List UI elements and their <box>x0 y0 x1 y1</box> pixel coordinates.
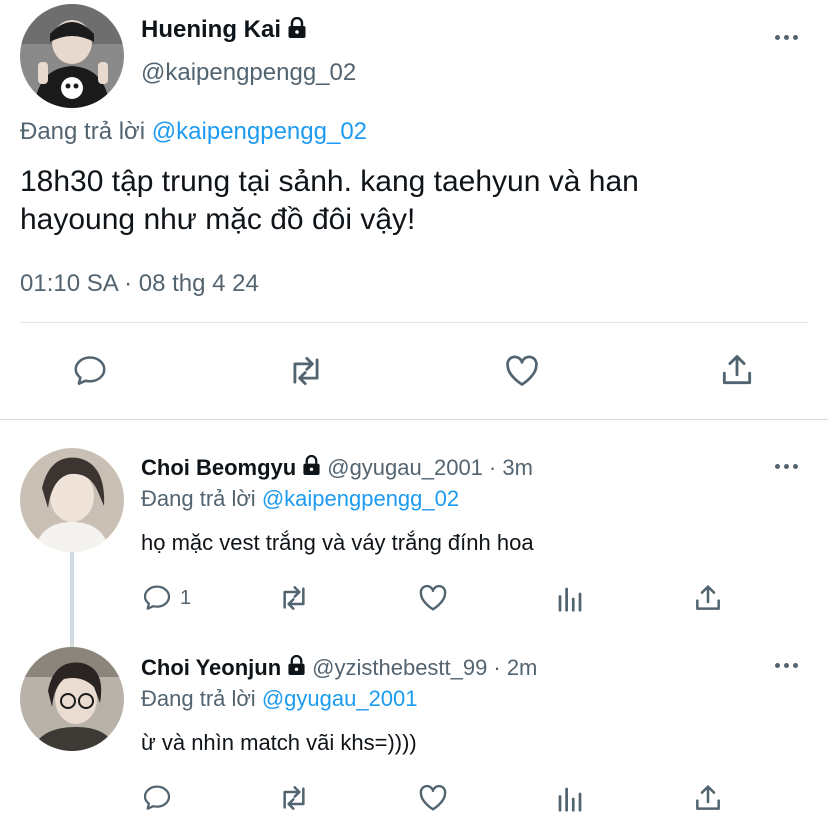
divider <box>20 322 808 323</box>
author-name[interactable]: Huening Kai <box>141 16 281 44</box>
analytics-icon[interactable] <box>555 784 585 814</box>
tweet-timestamp[interactable]: 01:10 SA · 08 thg 4 24 <box>20 270 259 298</box>
reply-icon[interactable] <box>141 582 173 614</box>
share-icon[interactable] <box>718 350 756 390</box>
reply-time[interactable]: · 3m <box>489 455 533 481</box>
replying-prefix: Đang trả lời <box>20 118 146 145</box>
replying-to-link[interactable]: @kaipengpengg_02 <box>262 486 459 511</box>
avatar[interactable] <box>20 448 124 552</box>
replying-prefix: Đang trả lời <box>141 486 256 511</box>
lock-icon <box>302 454 321 481</box>
like-icon[interactable] <box>416 582 450 614</box>
share-icon[interactable] <box>692 581 724 615</box>
replying-prefix: Đang trả lời <box>141 686 256 711</box>
tweet-text-line: 18h30 tập trung tại sảnh. kang taehyun v… <box>20 165 639 198</box>
more-options-icon[interactable] <box>775 35 798 40</box>
like-icon[interactable] <box>502 352 542 390</box>
author-handle[interactable]: @kaipengpengg_02 <box>141 59 356 87</box>
more-options-icon[interactable] <box>775 464 798 469</box>
lock-icon <box>287 16 307 44</box>
replying-to-link[interactable]: @gyugau_2001 <box>262 686 418 711</box>
retweet-icon[interactable] <box>276 782 312 814</box>
retweet-icon[interactable] <box>276 582 312 614</box>
thread-line <box>70 552 74 647</box>
reply-text: họ mặc vest trắng và váy trắng đính hoa <box>141 530 534 555</box>
tweet-text-line: hayoung như mặc đồ đôi vậy! <box>20 203 416 236</box>
analytics-icon[interactable] <box>555 584 585 614</box>
reply-icon[interactable] <box>141 782 173 814</box>
author-name[interactable]: Choi Yeonjun <box>141 655 281 681</box>
retweet-icon[interactable] <box>285 352 327 390</box>
tweet-text: 18h30 tập trung tại sảnh. kang taehyun v… <box>20 163 639 239</box>
reply-text: ừ và nhìn match vãi khs=)))) <box>141 730 417 755</box>
like-icon[interactable] <box>416 782 450 814</box>
more-options-icon[interactable] <box>775 663 798 668</box>
reply-icon[interactable] <box>71 352 109 390</box>
share-icon[interactable] <box>692 781 724 815</box>
avatar[interactable] <box>20 4 124 108</box>
author-handle[interactable]: @gyugau_2001 <box>327 455 483 481</box>
section-divider <box>0 419 828 420</box>
reply-count: 1 <box>180 587 192 609</box>
lock-icon <box>287 654 306 681</box>
replying-to-line: Đang trả lời @gyugau_2001 <box>141 686 418 712</box>
author-handle[interactable]: @yzisthebestt_99 <box>312 655 487 681</box>
replying-to-line: Đang trả lời @kaipengpengg_02 <box>141 486 459 512</box>
reply-time[interactable]: · 2m <box>493 655 537 681</box>
author-name[interactable]: Choi Beomgyu <box>141 455 296 481</box>
replying-to-line: Đang trả lời @kaipengpengg_02 <box>20 118 367 146</box>
replying-to-link[interactable]: @kaipengpengg_02 <box>152 118 367 145</box>
avatar[interactable] <box>20 647 124 751</box>
